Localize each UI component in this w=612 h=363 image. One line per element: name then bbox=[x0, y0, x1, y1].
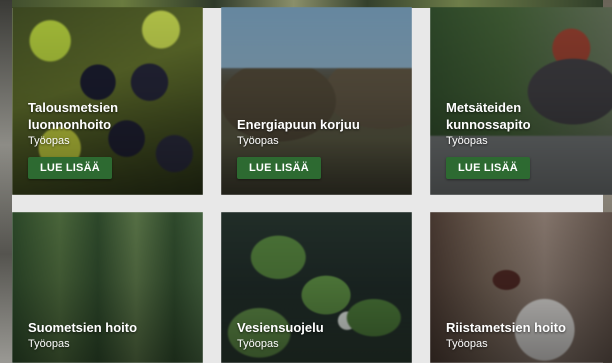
card-title: Talousmetsien luonnonhoito bbox=[28, 100, 119, 132]
read-more-button[interactable]: LUE LISÄÄ bbox=[446, 157, 530, 179]
card-title: Riistametsien hoito bbox=[446, 320, 566, 335]
card-subtitle: Työopas bbox=[446, 338, 488, 350]
card-subtitle: Työopas bbox=[28, 135, 70, 147]
guide-card-vesiensuojelu[interactable]: Vesiensuojelu Työopas bbox=[221, 212, 412, 363]
card-subtitle: Työopas bbox=[237, 135, 279, 147]
left-background-image bbox=[0, 0, 12, 363]
card-subtitle: Työopas bbox=[237, 338, 279, 350]
card-content: Talousmetsien luonnonhoito Työopas LUE L… bbox=[28, 99, 193, 179]
card-subtitle: Työopas bbox=[28, 338, 70, 350]
read-more-button[interactable]: LUE LISÄÄ bbox=[237, 157, 321, 179]
card-content: Riistametsien hoito Työopas bbox=[446, 319, 611, 351]
guide-card-riistametsien-hoito[interactable]: Riistametsien hoito Työopas bbox=[430, 212, 612, 363]
read-more-button[interactable]: LUE LISÄÄ bbox=[28, 157, 112, 179]
card-content: Energiapuun korjuu Työopas LUE LISÄÄ bbox=[237, 116, 402, 179]
card-title: Energiapuun korjuu bbox=[237, 117, 360, 132]
guide-card-suometsien-hoito[interactable]: Suometsien hoito Työopas bbox=[12, 212, 203, 363]
card-title: Vesiensuojelu bbox=[237, 320, 324, 335]
card-content: Suometsien hoito Työopas bbox=[28, 319, 193, 351]
guide-card-energiapuun-korjuu[interactable]: Energiapuun korjuu Työopas LUE LISÄÄ bbox=[221, 7, 412, 195]
guide-card-talousmetsien-luonnonhoito[interactable]: Talousmetsien luonnonhoito Työopas LUE L… bbox=[12, 7, 203, 195]
guide-card-metsateiden-kunnossapito[interactable]: Metsäteiden kunnossapito Työopas LUE LIS… bbox=[430, 7, 612, 195]
card-content: Vesiensuojelu Työopas bbox=[237, 319, 402, 351]
guide-card-grid: Talousmetsien luonnonhoito Työopas LUE L… bbox=[12, 7, 612, 363]
card-content: Metsäteiden kunnossapito Työopas LUE LIS… bbox=[446, 99, 611, 179]
card-title: Metsäteiden kunnossapito bbox=[446, 100, 531, 132]
card-subtitle: Työopas bbox=[446, 135, 488, 147]
card-title: Suometsien hoito bbox=[28, 320, 138, 335]
